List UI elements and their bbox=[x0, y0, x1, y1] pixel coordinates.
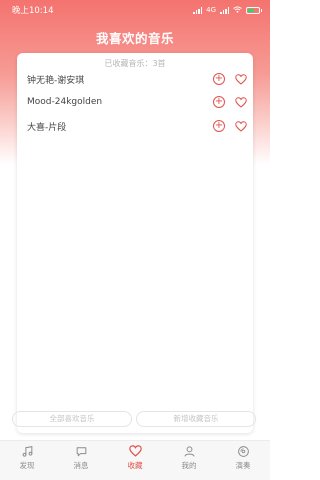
tab-label: 我的 bbox=[181, 461, 197, 470]
status-time: 晚上10:14 bbox=[12, 6, 54, 16]
add-to-playlist-button[interactable]: + bbox=[213, 96, 225, 108]
heart-icon[interactable] bbox=[234, 96, 247, 108]
heart-icon[interactable] bbox=[234, 73, 247, 85]
status-icons: 4G bbox=[193, 5, 262, 15]
status-bar: 晚上10:14 4G bbox=[0, 0, 270, 20]
signal-icon bbox=[193, 6, 203, 14]
battery-icon bbox=[246, 6, 262, 14]
favorites-count: 已收藏音乐：3首 bbox=[104, 59, 166, 68]
tab-discover[interactable]: 发现 bbox=[0, 441, 54, 480]
tab-label: 消息 bbox=[73, 461, 89, 470]
tab-messages[interactable]: 消息 bbox=[54, 441, 108, 480]
tab-perform[interactable]: 演奏 bbox=[216, 441, 270, 480]
favorites-card: 已收藏音乐：3首 钟无艳-谢安琪 + Mood-24kgolden + 大喜-片… bbox=[12, 53, 256, 433]
all-favorites-button[interactable]: 全部喜欢音乐 bbox=[12, 411, 132, 427]
tab-label: 收藏 bbox=[127, 461, 143, 470]
add-to-playlist-button[interactable]: + bbox=[213, 120, 225, 132]
tab-profile[interactable]: 我的 bbox=[162, 441, 216, 480]
tab-label: 演奏 bbox=[235, 461, 251, 470]
music-note-icon bbox=[20, 444, 34, 458]
add-favorite-button[interactable]: 新增收藏音乐 bbox=[136, 411, 256, 427]
wifi-icon bbox=[233, 5, 242, 15]
tab-favorites[interactable]: 收藏 bbox=[108, 441, 162, 480]
song-row[interactable]: Mood-24kgolden + bbox=[27, 94, 247, 110]
song-title: 钟无艳-谢安琪 bbox=[27, 75, 85, 86]
song-row[interactable]: 大喜-片段 + bbox=[27, 118, 247, 134]
user-icon bbox=[182, 444, 196, 458]
heart-icon bbox=[128, 444, 142, 458]
disc-icon bbox=[236, 444, 250, 458]
add-to-playlist-button[interactable]: + bbox=[213, 73, 225, 85]
signal-icon-2 bbox=[220, 6, 229, 14]
tab-label: 发现 bbox=[19, 461, 35, 470]
song-row[interactable]: 钟无艳-谢安琪 + bbox=[27, 71, 247, 87]
network-type: 4G bbox=[206, 6, 216, 14]
page-title: 我喜欢的音乐 bbox=[95, 31, 174, 46]
song-title: Mood-24kgolden bbox=[27, 97, 103, 107]
heart-icon[interactable] bbox=[234, 120, 247, 132]
chat-bubble-icon bbox=[74, 444, 88, 458]
tab-bar: 发现 消息 收藏 我的 演奏 bbox=[0, 440, 270, 480]
song-title: 大喜-片段 bbox=[27, 122, 67, 133]
